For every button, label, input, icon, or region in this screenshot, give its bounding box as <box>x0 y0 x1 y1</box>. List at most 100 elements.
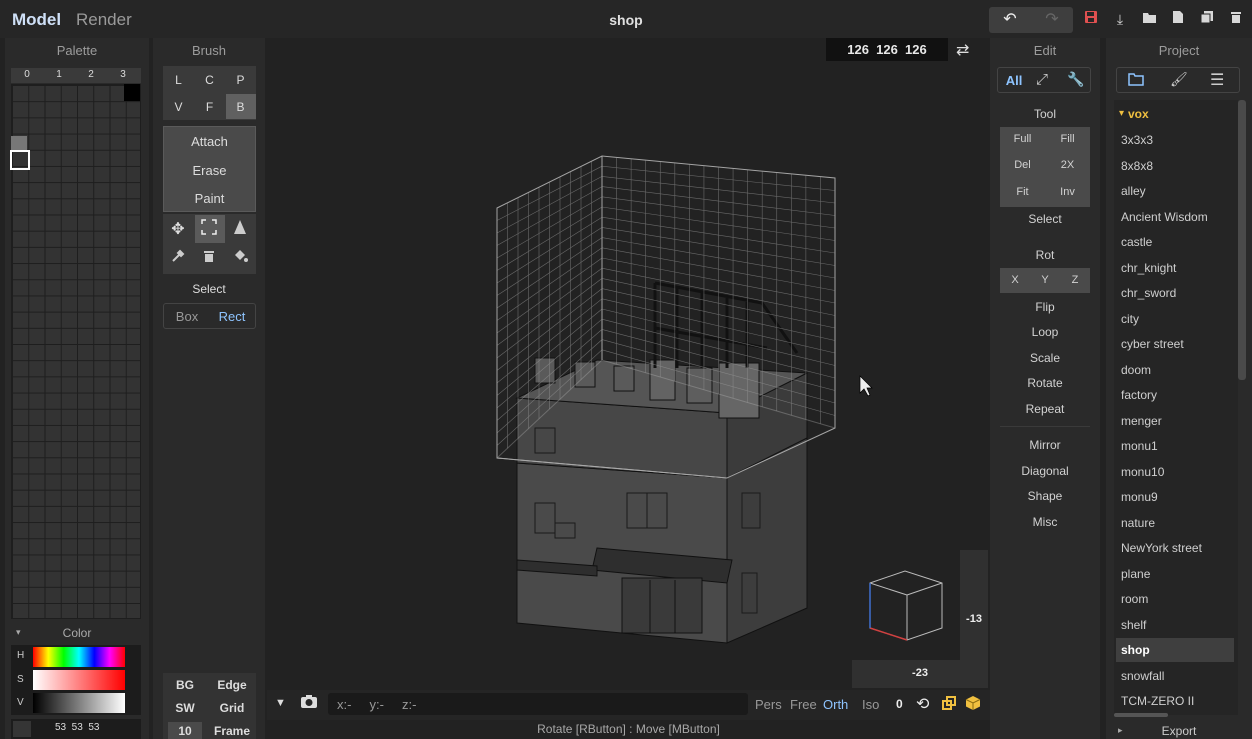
project-item[interactable]: doom <box>1121 363 1151 377</box>
rot-z-button[interactable]: Z <box>1060 274 1090 286</box>
grid-toggle[interactable]: Grid <box>212 701 252 715</box>
all-tab[interactable]: All <box>1001 73 1027 88</box>
brush-v-button[interactable]: V <box>163 100 194 114</box>
select-rect-icon[interactable] <box>198 219 220 238</box>
project-item[interactable]: 8x8x8 <box>1121 159 1153 173</box>
folder-vox[interactable]: vox <box>1128 107 1149 121</box>
frame-cube-icon[interactable] <box>941 695 957 714</box>
project-item[interactable]: shop <box>1121 643 1150 657</box>
project-item[interactable]: shelf <box>1121 618 1146 632</box>
export-section[interactable]: Export <box>1106 724 1252 738</box>
erase-button[interactable]: Erase <box>163 163 256 178</box>
sw-toggle[interactable]: SW <box>167 701 203 715</box>
wrench-icon[interactable]: 🔧 <box>1067 71 1084 88</box>
pointer-icon[interactable] <box>229 219 251 238</box>
scale-button[interactable]: Scale <box>990 351 1100 365</box>
frame-number[interactable]: 10 <box>167 724 203 738</box>
download-icon[interactable]: ⤓ <box>1110 9 1130 29</box>
misc-button[interactable]: Misc <box>990 515 1100 529</box>
file-icon[interactable] <box>1168 9 1188 29</box>
project-item[interactable]: menger <box>1121 414 1162 428</box>
brush-l-button[interactable]: L <box>163 73 194 87</box>
expand-icon[interactable]: ⤢ <box>1036 71 1048 88</box>
folder-expand-icon[interactable]: ▾ <box>1119 108 1124 119</box>
mirror-button[interactable]: Mirror <box>990 438 1100 452</box>
redo-icon[interactable]: ↷ <box>1031 7 1073 33</box>
paint-button[interactable]: Paint <box>163 191 256 206</box>
rot-y-button[interactable]: Y <box>1030 274 1060 286</box>
project-item[interactable]: NewYork street <box>1121 541 1202 555</box>
project-item[interactable]: chr_sword <box>1121 286 1176 300</box>
project-item[interactable]: TCM-ZERO II <box>1121 694 1194 708</box>
project-item[interactable]: alley <box>1121 184 1146 198</box>
value-slider[interactable] <box>33 693 125 713</box>
copy-icon[interactable] <box>1197 9 1217 29</box>
zero-value[interactable]: 0 <box>896 697 903 711</box>
folder-tab-icon[interactable] <box>1128 72 1144 89</box>
palette-tab-2[interactable]: 2 <box>75 69 107 80</box>
full-button[interactable]: Full <box>1000 133 1045 145</box>
list-tab-icon[interactable]: ☰ <box>1210 70 1224 90</box>
loop-button[interactable]: Loop <box>990 325 1100 339</box>
palette-tab-1[interactable]: 1 <box>43 69 75 80</box>
horizontal-scrollbar[interactable] <box>1114 713 1168 717</box>
brush-tab-icon[interactable]: 🖌 <box>1170 71 1188 88</box>
project-item[interactable]: plane <box>1121 567 1150 581</box>
repeat-button[interactable]: Repeat <box>990 402 1100 416</box>
delete-voxel-icon[interactable] <box>198 249 220 266</box>
dropdown-icon[interactable]: ▼ <box>275 697 286 709</box>
project-item[interactable]: chr_knight <box>1121 261 1176 275</box>
dimension-readout[interactable]: 126 126 126 <box>826 42 948 57</box>
2x-button[interactable]: 2X <box>1045 159 1090 171</box>
palette-color-black[interactable] <box>124 84 140 101</box>
paint-bucket-icon[interactable] <box>229 249 251 266</box>
camera-icon[interactable] <box>300 694 318 712</box>
project-item[interactable]: 3x3x3 <box>1121 133 1153 147</box>
brush-f-button[interactable]: F <box>194 100 225 114</box>
brush-c-button[interactable]: C <box>194 73 225 87</box>
rotate-button[interactable]: Rotate <box>990 376 1100 390</box>
edge-toggle[interactable]: Edge <box>212 678 252 692</box>
project-item[interactable]: nature <box>1121 516 1155 530</box>
fill-button[interactable]: Fill <box>1045 133 1090 145</box>
folder-open-icon[interactable] <box>1139 9 1159 29</box>
save-icon[interactable] <box>1081 9 1101 29</box>
del-button[interactable]: Del <box>1000 159 1045 171</box>
palette-selected-swatch[interactable] <box>10 150 30 170</box>
brush-b-button[interactable]: B <box>225 100 256 114</box>
palette-tab-0[interactable]: 0 <box>11 69 43 80</box>
attach-button[interactable]: Attach <box>163 134 256 149</box>
bg-toggle[interactable]: BG <box>167 678 203 692</box>
palette-color-gray[interactable] <box>11 136 27 150</box>
hue-slider[interactable] <box>33 647 125 667</box>
orth-view-button[interactable]: Orth <box>823 697 848 712</box>
rect-select-button[interactable]: Rect <box>212 309 252 324</box>
reset-camera-icon[interactable]: ⟲ <box>916 694 929 714</box>
move-icon[interactable]: ✥ <box>167 219 189 239</box>
project-scrollbar[interactable] <box>1238 100 1246 380</box>
orientation-cube[interactable] <box>869 570 943 641</box>
palette-grid[interactable] <box>11 84 141 619</box>
iso-view-button[interactable]: Iso <box>862 697 879 712</box>
inv-button[interactable]: Inv <box>1045 186 1090 198</box>
frame-toggle[interactable]: Frame <box>212 724 252 738</box>
swap-icon[interactable]: ⇄ <box>956 40 969 60</box>
project-item[interactable]: city <box>1121 312 1139 326</box>
diagonal-button[interactable]: Diagonal <box>990 464 1100 478</box>
y-offset-slider[interactable] <box>960 550 988 660</box>
flip-button[interactable]: Flip <box>990 300 1100 314</box>
saturation-slider[interactable] <box>33 670 125 690</box>
cube-icon[interactable] <box>965 695 981 714</box>
brush-p-button[interactable]: P <box>225 73 256 87</box>
shape-button[interactable]: Shape <box>990 489 1100 503</box>
eyedropper-icon[interactable] <box>167 249 189 266</box>
trash-icon[interactable] <box>1226 9 1246 29</box>
project-item[interactable]: cyber street <box>1121 337 1184 351</box>
pers-view-button[interactable]: Pers <box>755 697 782 712</box>
3d-viewport[interactable] <box>267 38 990 690</box>
free-view-button[interactable]: Free <box>790 697 817 712</box>
rot-x-button[interactable]: X <box>1000 274 1030 286</box>
palette-tab-3[interactable]: 3 <box>107 69 139 80</box>
project-item[interactable]: castle <box>1121 235 1152 249</box>
project-item[interactable]: snowfall <box>1121 669 1164 683</box>
